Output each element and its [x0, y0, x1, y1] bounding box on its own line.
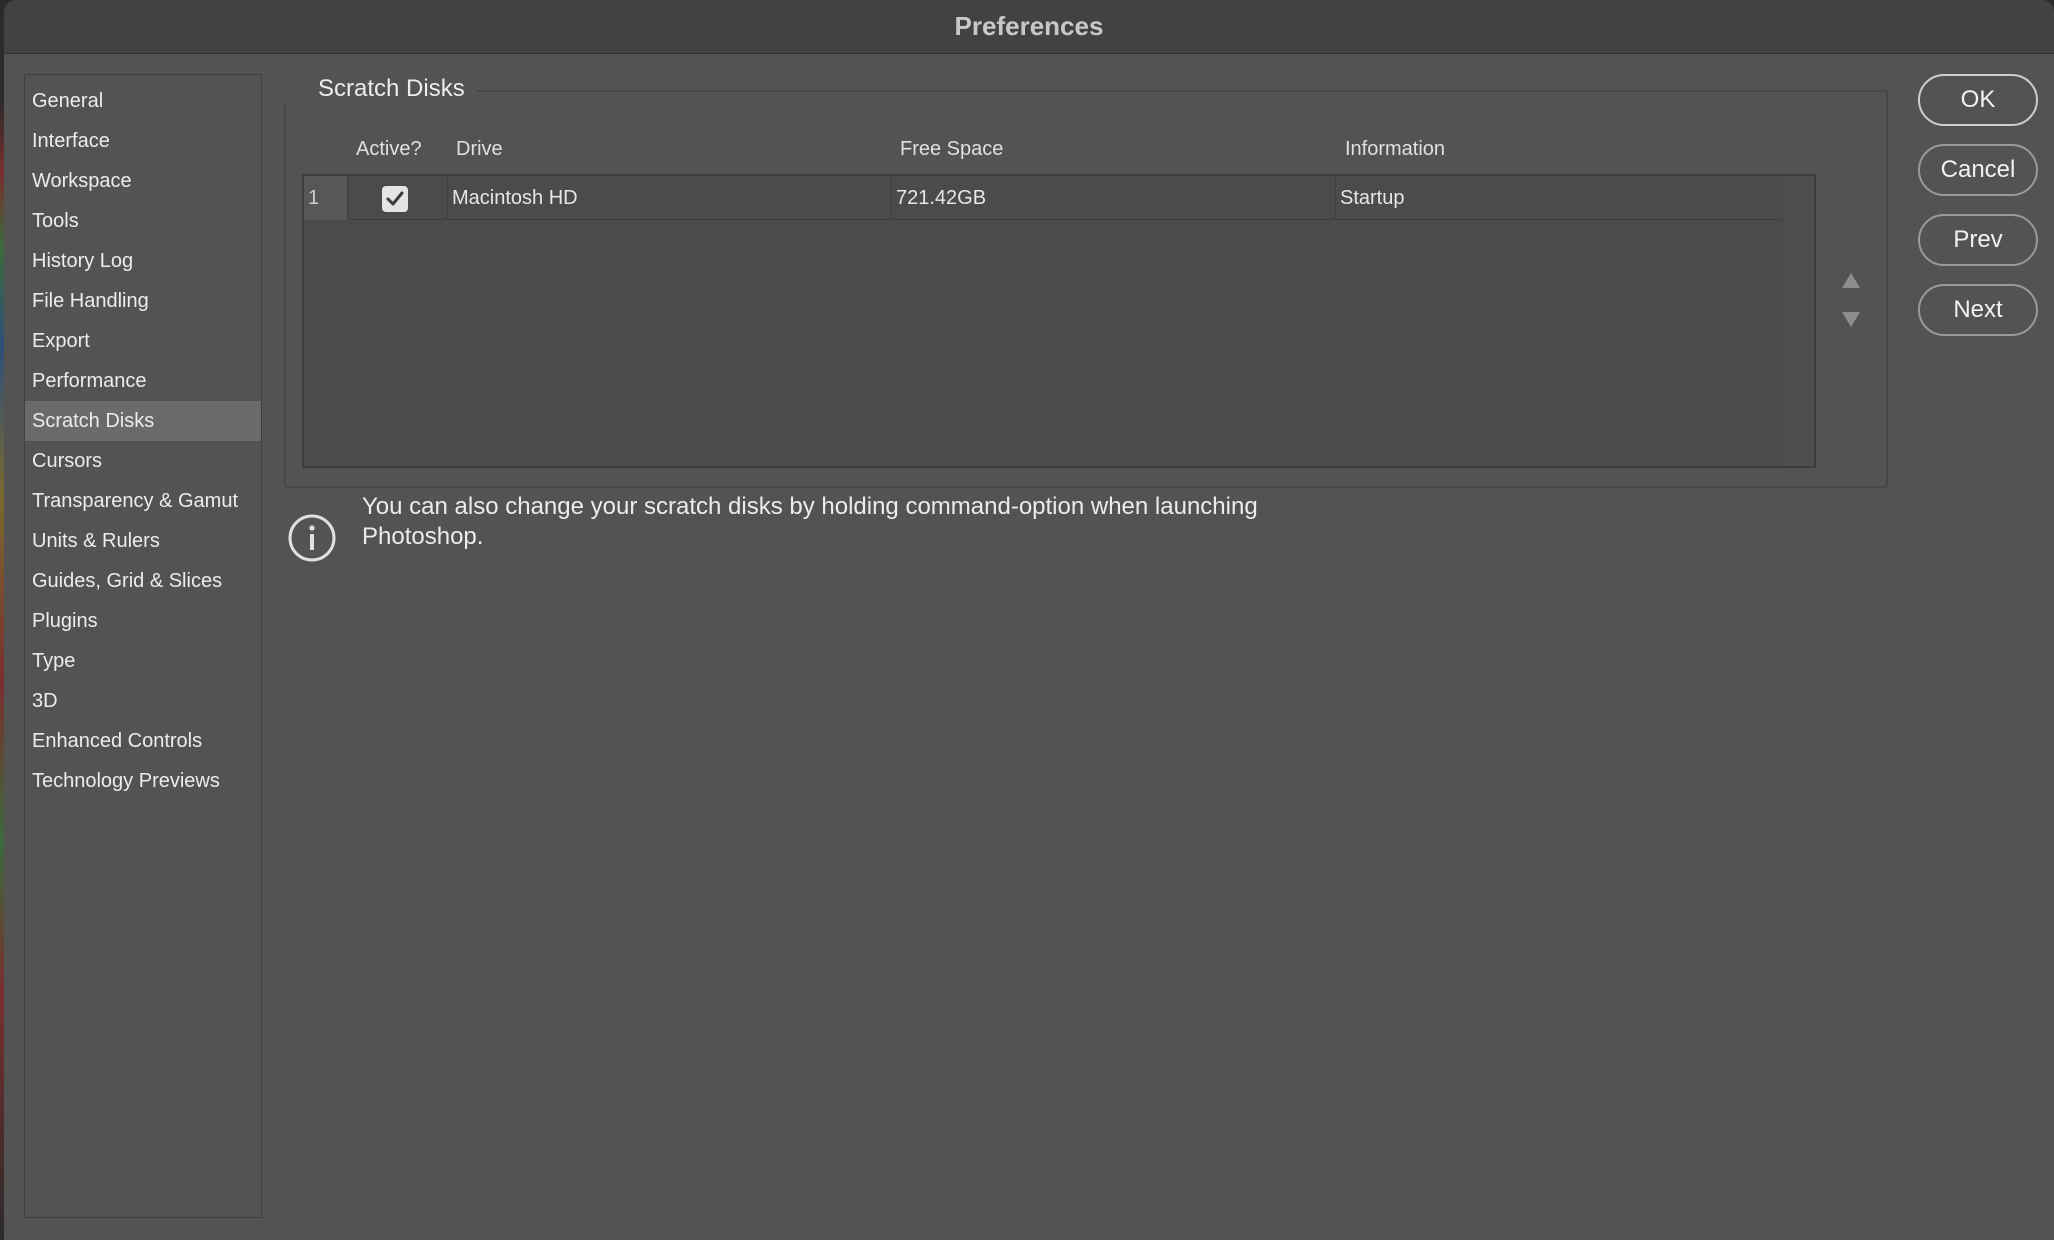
sidebar-item-workspace[interactable]: Workspace — [25, 161, 261, 201]
table-header: Active? Drive Free Space Information — [304, 132, 1816, 168]
sidebar-item-guides-grid-slices[interactable]: Guides, Grid & Slices — [25, 561, 261, 601]
table-row[interactable]: 1 Macintosh HD 721.42GB Startup — [304, 176, 1784, 220]
scratch-disks-table: 1 Macintosh HD 721.42GB Startup — [302, 174, 1816, 468]
sidebar-item-type[interactable]: Type — [25, 641, 261, 681]
triangle-up-icon[interactable] — [1838, 270, 1864, 292]
sidebar-item-enhanced-controls[interactable]: Enhanced Controls — [25, 721, 261, 761]
table-scrollbar[interactable] — [1782, 176, 1814, 466]
group-title: Scratch Disks — [284, 74, 477, 104]
row-index: 1 — [304, 176, 348, 220]
sidebar-item-tools[interactable]: Tools — [25, 201, 261, 241]
active-checkbox[interactable] — [382, 186, 408, 212]
sidebar-item-file-handling[interactable]: File Handling — [25, 281, 261, 321]
title-bar[interactable]: Preferences — [4, 0, 2054, 54]
sidebar-item-transparency-gamut[interactable]: Transparency & Gamut — [25, 481, 261, 521]
column-header-free-space: Free Space — [900, 138, 1004, 160]
sidebar-item-scratch-disks[interactable]: Scratch Disks — [25, 401, 261, 441]
cancel-button[interactable]: Cancel — [1918, 144, 2038, 196]
information-cell: Startup — [1340, 187, 1405, 209]
sidebar-item-plugins[interactable]: Plugins — [25, 601, 261, 641]
sidebar-item-performance[interactable]: Performance — [25, 361, 261, 401]
column-header-drive: Drive — [456, 138, 503, 160]
preferences-dialog: Preferences General Interface Workspace … — [4, 0, 2054, 1240]
window-title: Preferences — [954, 11, 1104, 41]
active-cell — [348, 176, 448, 220]
info-message: You can also change your scratch disks b… — [362, 493, 1258, 550]
sidebar-item-technology-previews[interactable]: Technology Previews — [25, 761, 261, 801]
sidebar-item-interface[interactable]: Interface — [25, 121, 261, 161]
info-circle-icon — [288, 514, 336, 562]
sidebar-item-export[interactable]: Export — [25, 321, 261, 361]
sidebar-item-history-log[interactable]: History Log — [25, 241, 261, 281]
sidebar-item-units-rulers[interactable]: Units & Rulers — [25, 521, 261, 561]
sidebar-item-3d[interactable]: 3D — [25, 681, 261, 721]
next-button[interactable]: Next — [1918, 284, 2038, 336]
triangle-down-icon[interactable] — [1838, 308, 1864, 330]
drive-cell: Macintosh HD — [448, 176, 892, 220]
sidebar-item-general[interactable]: General — [25, 81, 261, 121]
prev-button[interactable]: Prev — [1918, 214, 2038, 266]
reorder-controls — [1838, 270, 1864, 334]
ok-button[interactable]: OK — [1918, 74, 2038, 126]
free-space-cell: 721.42GB — [892, 176, 1336, 220]
preferences-sidebar: General Interface Workspace Tools Histor… — [24, 74, 262, 1218]
column-header-information: Information — [1345, 138, 1446, 160]
checkmark-icon — [386, 191, 404, 206]
sidebar-item-cursors[interactable]: Cursors — [25, 441, 261, 481]
column-header-active: Active? — [356, 138, 422, 160]
